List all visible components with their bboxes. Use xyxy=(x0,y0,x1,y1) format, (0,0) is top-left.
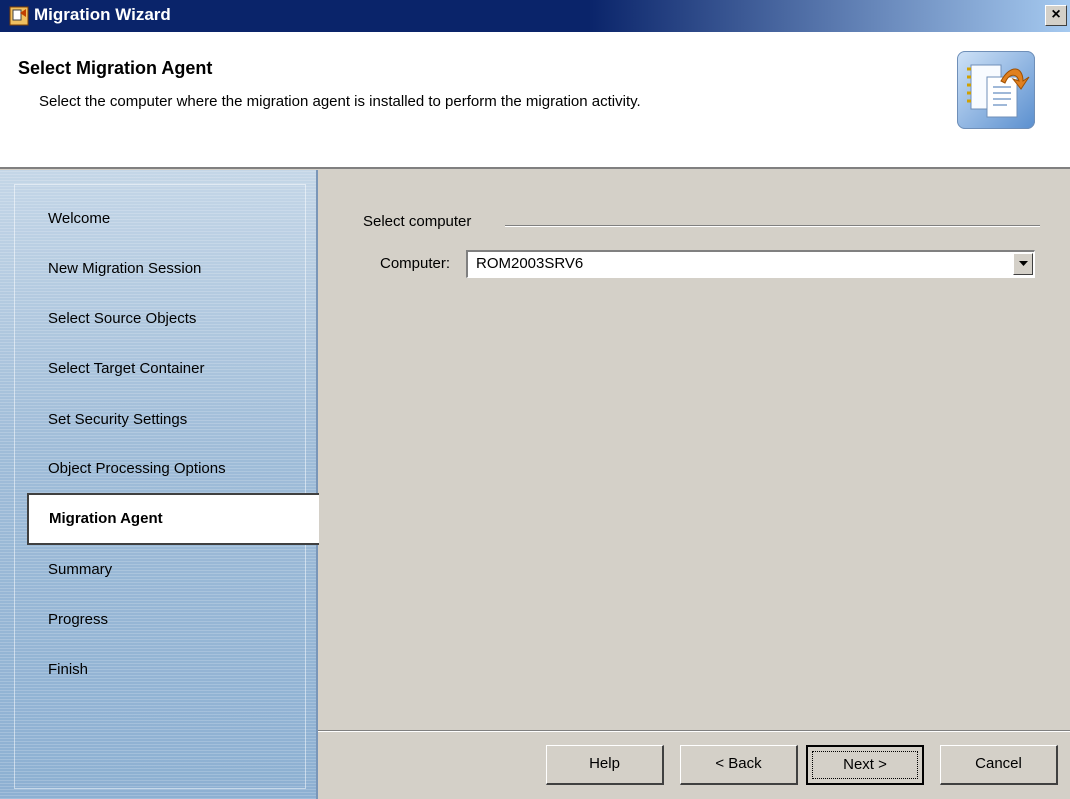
back-button-label: < Back xyxy=(715,755,762,772)
migration-wizard-window: Migration Wizard × Select Migration Agen… xyxy=(0,0,1070,799)
select-computer-group-label: Select computer xyxy=(363,213,472,230)
next-button-label: Next > xyxy=(843,756,887,773)
computer-value: ROM2003SRV6 xyxy=(476,255,584,272)
sidebar-item-select-target-container[interactable]: Select Target Container xyxy=(48,360,204,377)
button-bar-divider xyxy=(318,730,1070,732)
sidebar-item-welcome[interactable]: Welcome xyxy=(48,210,110,227)
wizard-header: Select Migration Agent Select the comput… xyxy=(0,32,1070,169)
close-button[interactable]: × xyxy=(1045,5,1067,26)
help-button[interactable]: Help xyxy=(546,745,664,785)
back-button[interactable]: < Back xyxy=(680,745,798,785)
computer-label: Computer: xyxy=(380,255,451,272)
title-bar: Migration Wizard × xyxy=(0,0,1070,32)
page-title: Select Migration Agent xyxy=(18,58,213,78)
sidebar-item-finish[interactable]: Finish xyxy=(48,661,88,678)
window-title: Migration Wizard xyxy=(34,5,171,24)
sidebar-item-select-source-objects[interactable]: Select Source Objects xyxy=(48,310,196,327)
cancel-button-label: Cancel xyxy=(975,755,1022,772)
sidebar-item-new-migration-session[interactable]: New Migration Session xyxy=(48,260,201,277)
group-divider xyxy=(505,225,1040,227)
close-icon: × xyxy=(1051,6,1061,23)
sidebar-item-object-processing-options[interactable]: Object Processing Options xyxy=(48,460,226,477)
cancel-button[interactable]: Cancel xyxy=(940,745,1058,785)
help-button-label: Help xyxy=(589,755,620,772)
wizard-steps-sidebar: Welcome New Migration Session Select Sou… xyxy=(0,170,318,799)
sidebar-item-set-security-settings[interactable]: Set Security Settings xyxy=(48,411,187,428)
wizard-app-icon xyxy=(9,6,29,26)
wizard-document-icon xyxy=(957,51,1035,129)
dropdown-button[interactable] xyxy=(1013,253,1033,275)
sidebar-item-migration-agent[interactable]: Migration Agent xyxy=(27,493,319,545)
sidebar-item-summary[interactable]: Summary xyxy=(48,561,112,578)
sidebar-item-progress[interactable]: Progress xyxy=(48,611,108,628)
next-button[interactable]: Next > xyxy=(806,745,924,785)
sidebar-item-label: Migration Agent xyxy=(49,510,163,527)
page-subtitle: Select the computer where the migration … xyxy=(39,93,641,110)
computer-combobox[interactable]: ROM2003SRV6 xyxy=(466,250,1035,278)
chevron-down-icon xyxy=(1019,261,1028,266)
